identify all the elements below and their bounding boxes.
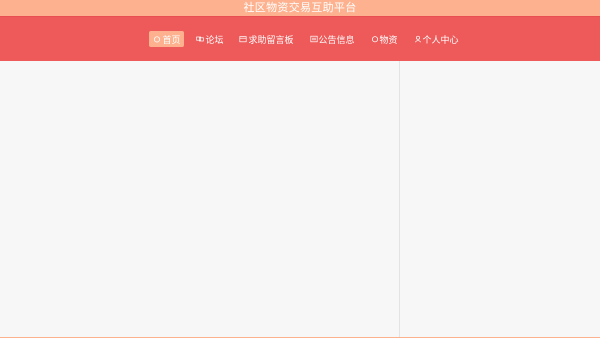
goods-icon	[371, 35, 379, 43]
user-icon	[414, 35, 422, 43]
nav-item-message-board[interactable]: 求助留言板	[235, 31, 297, 47]
nav-item-goods-label: 物资	[379, 35, 398, 46]
app-window: 社区物资交易互助平台 首页 论坛 求助留言板 公告信息 物资 个人中心	[0, 0, 600, 338]
nav-item-message-board-label: 求助留言板	[248, 35, 294, 46]
side-panel	[400, 61, 600, 337]
home-icon	[153, 35, 161, 43]
message-board-icon	[239, 35, 248, 43]
main-panel	[0, 61, 400, 337]
nav-item-user-center-label: 个人中心	[422, 35, 459, 46]
nav-item-forum-label: 论坛	[205, 35, 224, 46]
nav-item-forum[interactable]: 论坛	[192, 31, 227, 47]
title-bar: 社区物资交易互助平台	[0, 0, 600, 16]
nav-item-notice-label: 公告信息	[318, 35, 355, 46]
forum-icon	[196, 35, 205, 43]
nav-item-notice[interactable]: 公告信息	[306, 31, 359, 47]
nav-item-home[interactable]: 首页	[149, 31, 185, 47]
page-title: 社区物资交易互助平台	[243, 1, 357, 14]
content-area	[0, 61, 600, 337]
nav-item-goods[interactable]: 物资	[367, 31, 402, 47]
nav-item-user-center[interactable]: 个人中心	[410, 31, 463, 47]
nav-item-home-label: 首页	[162, 35, 181, 46]
main-nav: 首页 论坛 求助留言板 公告信息 物资 个人中心	[0, 16, 600, 61]
notice-icon	[309, 35, 318, 43]
